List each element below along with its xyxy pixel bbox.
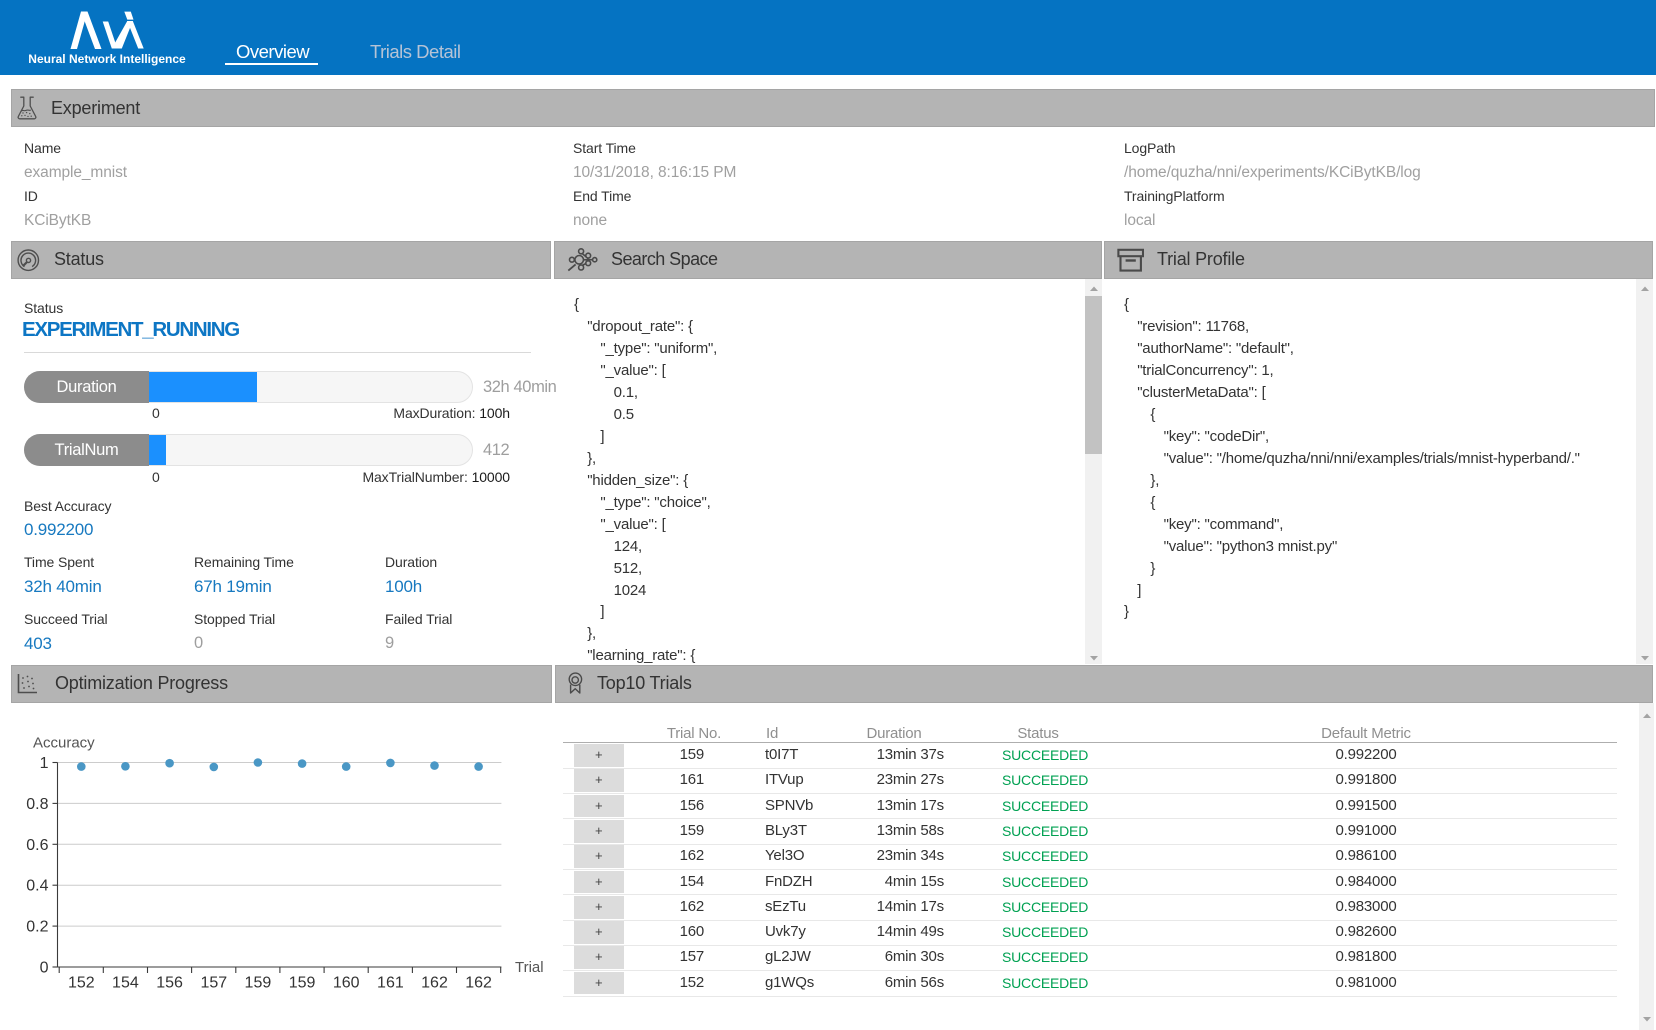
svg-text:157: 157 [200,975,227,992]
svg-text:162: 162 [465,975,492,992]
svg-text:0.6: 0.6 [26,837,48,854]
svg-text:Trial: Trial [515,959,544,976]
svg-text:159: 159 [289,975,316,992]
svg-text:162: 162 [421,975,448,992]
svg-text:0.4: 0.4 [26,878,48,895]
svg-text:152: 152 [68,975,95,992]
svg-text:154: 154 [112,975,139,992]
svg-text:Accuracy: Accuracy [33,735,95,752]
svg-text:161: 161 [377,975,404,992]
svg-text:156: 156 [156,975,183,992]
svg-text:0: 0 [40,960,49,977]
svg-text:0.2: 0.2 [26,919,48,936]
svg-text:1: 1 [40,755,49,772]
svg-text:0.8: 0.8 [26,796,48,813]
svg-text:160: 160 [333,975,360,992]
svg-text:159: 159 [245,975,272,992]
